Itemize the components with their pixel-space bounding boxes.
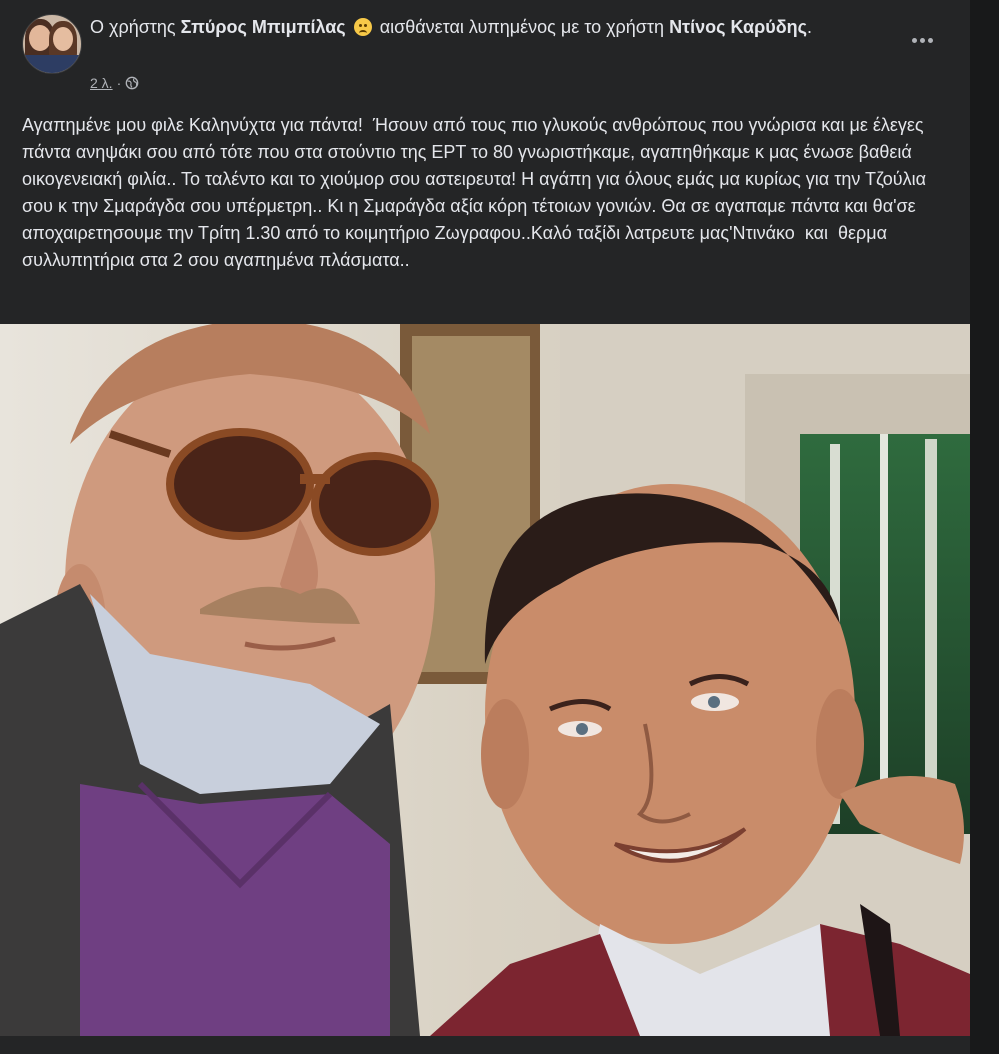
globe-icon[interactable] — [125, 76, 139, 90]
author-name-link[interactable]: Σπύρος Μπιμπίλας — [181, 17, 346, 37]
post-headline: Ο χρήστης Σπύρος Μπιμπίλας αισθάνεται λυ… — [90, 15, 890, 40]
headline-prefix: Ο χρήστης — [90, 17, 176, 37]
facebook-post: Ο χρήστης Σπύρος Μπιμπίλας αισθάνεται λυ… — [0, 0, 970, 1054]
post-header: Ο χρήστης Σπύρος Μπιμπίλας αισθάνεται λυ… — [22, 12, 952, 98]
more-options-icon[interactable] — [902, 22, 942, 58]
tagged-user-link[interactable]: Ντίνος Καρύδης — [669, 17, 807, 37]
sad-face-emoji-icon — [353, 18, 372, 36]
post-timestamp-link[interactable]: 2 λ. — [90, 75, 113, 91]
post-text: Αγαπημένε μου φιλε Καληνύχτα για πάντα! … — [22, 115, 932, 270]
headline-suffix: . — [807, 17, 813, 37]
post-photo[interactable] — [0, 324, 970, 1036]
post-footer-strip — [0, 1036, 970, 1054]
feeling-text: αισθάνεται λυπημένος με το χρήστη — [379, 17, 665, 37]
meta-separator: · — [116, 75, 122, 91]
post-meta: 2 λ. · — [90, 75, 139, 91]
author-avatar[interactable] — [22, 14, 82, 74]
